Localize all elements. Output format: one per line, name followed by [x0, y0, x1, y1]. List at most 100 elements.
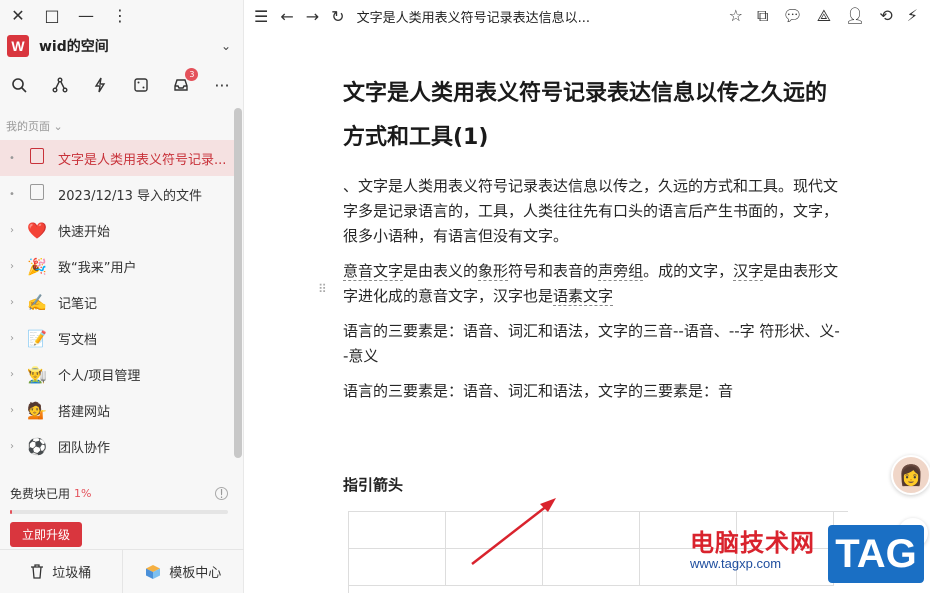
sidebar-item[interactable]: › 👨‍🌾 个人/项目管理 — [0, 356, 234, 392]
link-xiangxing[interactable]: 象形 — [478, 262, 509, 281]
graph-icon[interactable]: ⟁ — [817, 6, 831, 26]
arrow-shape[interactable] — [468, 490, 563, 570]
sidebar-item-label: 记笔记 — [58, 296, 98, 312]
chevron-right-icon[interactable]: › — [6, 369, 18, 380]
dice-icon[interactable] — [130, 74, 152, 96]
more-icon[interactable]: ··· — [211, 74, 233, 96]
top-actions: ☆ ⧉ 💬︎ ⟁ 👤︎ ⟲ ⚡︎ — [729, 6, 918, 26]
sidebar-item[interactable]: • 文字是人类用表义符号记录... — [0, 140, 234, 176]
upgrade-button[interactable]: 立即升级 — [10, 522, 83, 547]
sidebar-item-label: 团队协作 — [58, 440, 111, 456]
quota-label: 免费块已用 — [10, 487, 71, 501]
share-user-icon[interactable]: 👤︎ — [845, 6, 865, 26]
chevron-right-icon[interactable]: › — [6, 261, 18, 272]
breadcrumb[interactable]: 文字是人类用表义符号记录表达信息以... — [357, 7, 590, 26]
sidebar-item[interactable]: › 📝 写文档 — [0, 320, 234, 356]
magic-icon[interactable]: ⚡︎ — [907, 6, 918, 26]
chevron-right-icon[interactable]: › — [6, 225, 18, 236]
trash-button[interactable]: 垃圾桶 — [0, 550, 122, 593]
watermark-site: 电脑技术网 — [690, 530, 815, 557]
cube-icon — [146, 564, 161, 579]
comment-icon[interactable]: 💬︎ — [782, 6, 802, 26]
link-shengpang[interactable]: 声旁组 — [598, 262, 644, 281]
sidebar-item[interactable]: • 2023/12/13 导入的文件 — [0, 176, 234, 212]
sidebar-item[interactable]: › ✍️ 记笔记 — [0, 284, 234, 320]
forward-icon[interactable]: → — [306, 7, 319, 26]
maximize-icon[interactable]: □ — [44, 6, 60, 25]
chevron-right-icon[interactable]: › — [6, 333, 18, 344]
sidebar-footer: 垃圾桶 模板中心 — [0, 549, 244, 593]
section-label[interactable]: 我的页面 ⌄ — [6, 118, 63, 134]
sidebar-item-label: 2023/12/13 导入的文件 — [58, 188, 203, 204]
sidebar-item[interactable]: › ⚽ 团队协作 — [0, 428, 234, 464]
sidebar-item[interactable]: › 🎉 致“我来”用户 — [0, 248, 234, 284]
sidebar-item-label: 个人/项目管理 — [58, 368, 141, 384]
trash-label: 垃圾桶 — [52, 566, 92, 581]
party-popper-icon: 🎉 — [27, 256, 47, 276]
link-hanzi[interactable]: 汉字 — [733, 262, 764, 281]
link-yusu[interactable]: 语素文字 — [553, 287, 614, 306]
back-icon[interactable]: ← — [280, 7, 293, 26]
sidebar-item-label: 致“我来”用户 — [58, 260, 137, 276]
farmer-icon: 👨‍🌾 — [27, 364, 47, 384]
templates-button[interactable]: 模板中心 — [121, 550, 245, 593]
page-title[interactable]: 文字是人类用表义符号记录表达信息以传之久远的方式和工具(1) — [343, 72, 843, 160]
watermark-tag: TAG — [828, 525, 924, 583]
sidebar-item-label: 快速开始 — [58, 224, 111, 240]
chevron-right-icon[interactable]: › — [6, 441, 18, 452]
chevron-down-icon[interactable]: ⌄ — [221, 39, 231, 53]
paragraph-1[interactable]: 、文字是人类用表义符号记录表达信息以传之，久远的方式和工具。现代文字多是记录语言… — [343, 174, 843, 249]
watermark: 电脑技术网 www.tagxp.com — [690, 523, 815, 571]
sidebar-item-label: 搭建网站 — [58, 404, 111, 420]
inbox-badge: 3 — [185, 68, 199, 81]
sidebar-item[interactable]: › 💁 搭建网站 — [0, 392, 234, 428]
space-name: wid的空间 — [39, 39, 109, 55]
woman-icon: 💁 — [27, 400, 47, 420]
document-body: 文字是人类用表义符号记录表达信息以传之久远的方式和工具(1) 、文字是人类用表义… — [343, 72, 843, 404]
space-switcher[interactable]: W wid的空间 ⌄ — [7, 34, 231, 58]
star-icon[interactable]: ☆ — [729, 6, 743, 26]
quota-percent: 1% — [74, 487, 92, 500]
chevron-right-icon[interactable]: › — [6, 405, 18, 416]
sidebar-item-label: 写文档 — [58, 332, 98, 348]
doc-icon — [24, 148, 50, 168]
text: 是由表义的 — [403, 262, 479, 280]
assistant-avatar[interactable]: 👩 — [891, 455, 930, 495]
paragraph-2[interactable]: 意音文字是由表义的象形符号和表音的声旁组。成的文字，汉字是由表形文字进化成的意音… — [343, 259, 843, 309]
close-icon[interactable]: ✕ — [10, 6, 26, 25]
info-icon[interactable]: ! — [215, 487, 228, 501]
sidebar-item[interactable]: › ❤️ 快速开始 — [0, 212, 234, 248]
paragraph-4[interactable]: 语言的三要素是：语音、词汇和语法，文字的三要素是：音 — [343, 379, 843, 404]
minimize-icon[interactable]: — — [78, 6, 94, 25]
watermark-url: www.tagxp.com — [690, 556, 782, 571]
drag-handle-icon[interactable]: ⠿ — [318, 282, 327, 296]
menu-icon[interactable]: ☰ — [254, 7, 268, 26]
page-tree: • 文字是人类用表义符号记录... • 2023/12/13 导入的文件 › ❤️ 快速开始… — [0, 140, 234, 464]
window-controls: ✕ □ — ⋮ — [10, 6, 128, 25]
text: 符号和表音的 — [508, 262, 599, 280]
space-logo: W — [7, 35, 29, 57]
history-icon[interactable]: ⟲ — [879, 6, 892, 26]
graph-icon[interactable] — [49, 74, 71, 96]
trash-icon — [31, 564, 44, 579]
quota-bar — [10, 510, 228, 514]
present-icon[interactable]: ⧉ — [757, 6, 768, 26]
inbox-icon[interactable]: 3 — [170, 68, 199, 96]
quota-fill — [10, 510, 13, 514]
sidebar-toolbar: 3 ··· — [8, 68, 233, 96]
doc-icon — [24, 184, 50, 204]
bullet-icon[interactable]: • — [6, 153, 18, 164]
paragraph-3[interactable]: 语言的三要素是：语音、词汇和语法，文字的三音--语音、--字 符形状、义--意义 — [343, 319, 843, 369]
more-icon[interactable]: ⋮ — [112, 6, 128, 25]
refresh-icon[interactable]: ↻ — [331, 7, 344, 26]
soccer-ball-icon: ⚽ — [27, 436, 47, 456]
link-yiyin[interactable]: 意音文字 — [343, 262, 404, 281]
lightning-icon[interactable] — [89, 74, 111, 96]
search-icon[interactable] — [8, 74, 30, 96]
scrollbar[interactable] — [234, 108, 242, 458]
text: 。成的文字， — [643, 262, 734, 280]
section-heading[interactable]: 指引箭头 — [343, 474, 403, 495]
chevron-right-icon[interactable]: › — [6, 297, 18, 308]
bullet-icon[interactable]: • — [6, 189, 18, 200]
templates-label: 模板中心 — [169, 566, 222, 581]
